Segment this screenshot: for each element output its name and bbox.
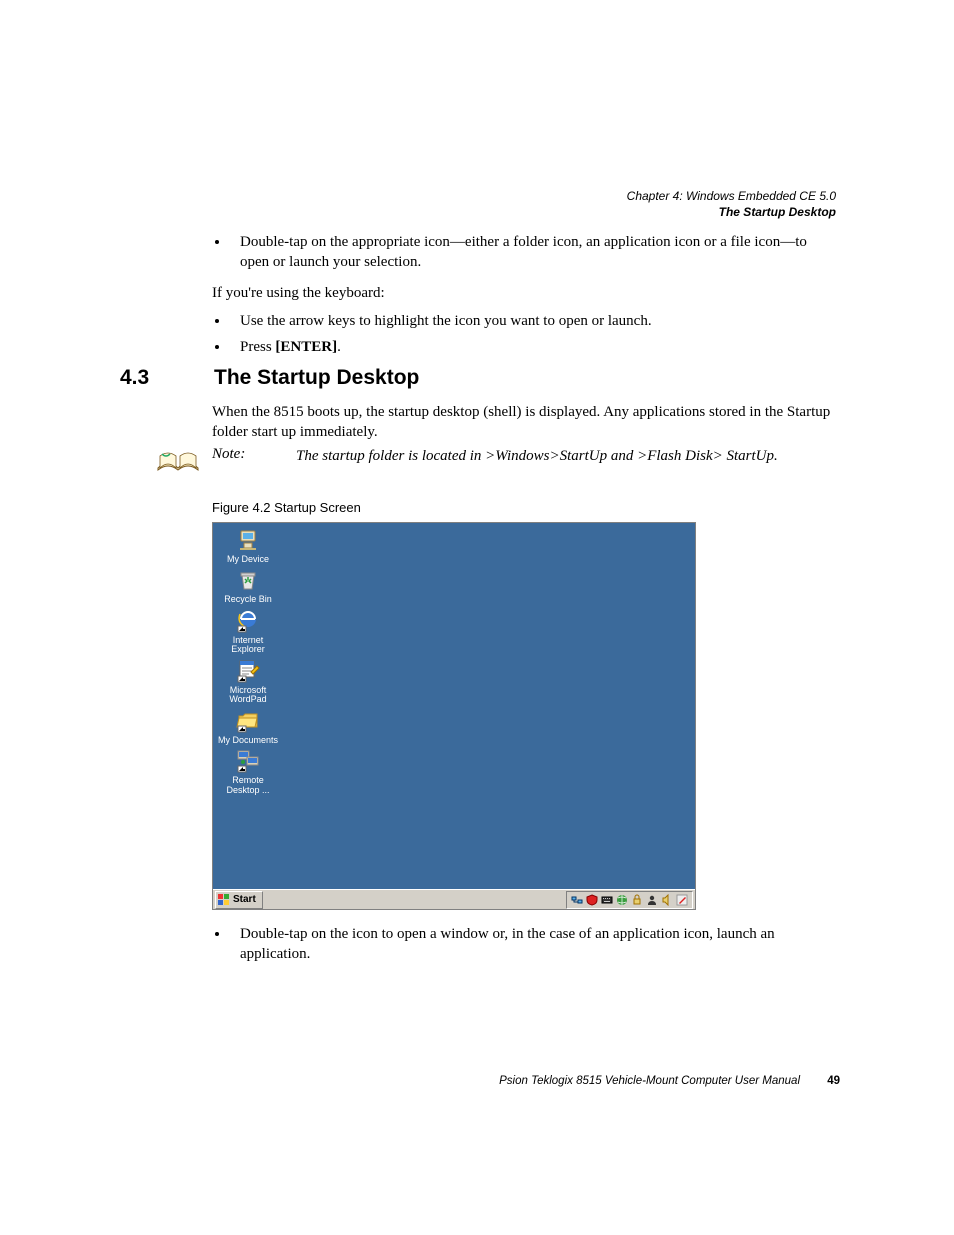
start-label: Start [233,894,256,905]
tray-keyboard-icon[interactable] [601,894,613,906]
my-device-icon [235,527,261,553]
section-para: When the 8515 boots up, the startup desk… [212,402,836,443]
tray-volume-icon[interactable] [661,894,673,906]
intro-block: Double-tap on the appropriate icon—eithe… [212,232,836,367]
wordpad-icon [235,658,261,684]
desktop-icon-label: My Documents [218,735,278,745]
after-figure-block: Double-tap on the icon to open a window … [212,924,836,975]
intro-bullet-3-pre: Press [240,339,275,355]
taskbar: Start [213,889,695,909]
header-chapter: Chapter 4: Windows Embedded CE 5.0 [627,188,836,204]
footer-text: Psion Teklogix 8515 Vehicle-Mount Comput… [499,1075,800,1087]
remote-desktop-icon [235,748,261,774]
note-label: Note: [212,446,284,463]
tray-network-icon[interactable] [571,894,583,906]
windows-flag-icon [218,894,230,906]
desktop-icon-my-device[interactable]: My Device [217,527,279,564]
figure-caption: Figure 4.2 Startup Screen [212,500,361,515]
recycle-bin-icon [235,567,261,593]
keyboard-lead: If you're using the keyboard: [212,283,836,303]
section-body: When the 8515 boots up, the startup desk… [212,398,836,451]
intro-bullet-2: Use the arrow keys to highlight the icon… [230,311,836,331]
desktop-icon-label: Remote Desktop ... [226,775,269,794]
section-heading-row: 4.3 The Startup Desktop [120,366,836,390]
system-tray[interactable] [566,891,693,909]
intro-bullet-1: Double-tap on the appropriate icon—eithe… [230,232,836,273]
desktop-icon-label: My Device [227,554,269,564]
desktop-icon-label: Internet Explorer [231,635,265,654]
page-number: 49 [827,1075,840,1087]
section-number: 4.3 [120,366,210,390]
after-bullet: Double-tap on the icon to open a window … [230,924,836,965]
desktop-icon-my-documents[interactable]: My Documents [217,708,279,745]
my-documents-icon [235,708,261,734]
section-title: The Startup Desktop [214,366,419,390]
internet-explorer-icon [235,608,261,634]
tray-stylus-icon[interactable] [676,894,688,906]
note-row: Note: The startup folder is located in >… [156,446,836,476]
enter-key: [ENTER] [275,339,337,355]
intro-bullet-3-post: . [337,339,341,355]
desktop-icons: My Device Recycle Bin Internet Explorer … [217,527,287,798]
desktop-icon-label: Recycle Bin [224,594,272,604]
desktop-icon-remote-desktop[interactable]: Remote Desktop ... [217,748,279,795]
running-header: Chapter 4: Windows Embedded CE 5.0 The S… [627,188,836,220]
tray-user-icon[interactable] [646,894,658,906]
startup-screenshot: My Device Recycle Bin Internet Explorer … [212,522,696,910]
tray-lock-icon[interactable] [631,894,643,906]
tray-world-icon[interactable] [616,894,628,906]
page-footer: Psion Teklogix 8515 Vehicle-Mount Comput… [120,1075,840,1087]
header-section: The Startup Desktop [627,204,836,220]
desktop-icon-internet-explorer[interactable]: Internet Explorer [217,608,279,655]
intro-bullet-3: Press [ENTER]. [230,337,836,357]
note-text: The startup folder is located in >Window… [296,446,778,466]
desktop-icon-label: Microsoft WordPad [229,685,266,704]
start-button[interactable]: Start [215,891,263,909]
tray-shield-icon[interactable] [586,894,598,906]
book-icon [156,448,200,476]
page: Chapter 4: Windows Embedded CE 5.0 The S… [0,0,954,1235]
desktop-icon-microsoft-wordpad[interactable]: Microsoft WordPad [217,658,279,705]
desktop-icon-recycle-bin[interactable]: Recycle Bin [217,567,279,604]
